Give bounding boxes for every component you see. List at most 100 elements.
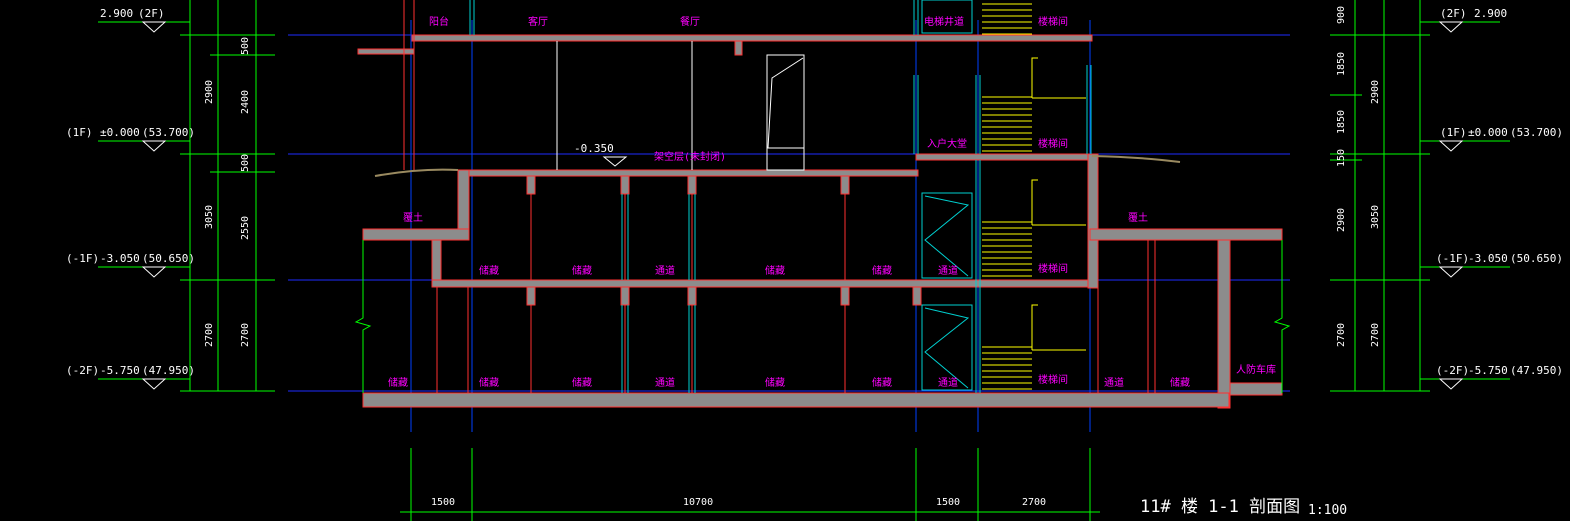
right-dimension-lines [1330, 0, 1510, 392]
level-marker-icon [1438, 21, 1464, 33]
room-label: 储藏 [872, 264, 892, 277]
room-label: 储藏 [388, 376, 408, 389]
level-marker-icon [602, 156, 628, 167]
level-abs-label: (50.650) [142, 252, 195, 265]
right-wall [1087, 153, 1099, 289]
dim-label: 2700 [204, 323, 215, 347]
room-label: 储藏 [572, 264, 592, 277]
level-floor-label: (2F) [1440, 7, 1467, 20]
dim-label: 3050 [204, 205, 215, 229]
dim-label: 1850 [1336, 52, 1347, 76]
right-dimension-text: 900 1850 1850 150 2900 2700 2900 3050 27… [1336, 6, 1381, 347]
room-label: 覆土 [403, 211, 423, 224]
level-elev-label: -5.750 [1468, 364, 1508, 377]
dim-label: 2550 [240, 216, 251, 240]
interior-elevation-label: -0.350 [574, 142, 614, 155]
bottom-dimension-lines [400, 448, 1100, 521]
balcony-slab [357, 48, 415, 55]
dim-label: 500 [240, 154, 251, 172]
level-marker-icon [1438, 140, 1464, 152]
level-marker-icon [1438, 266, 1464, 278]
dim-label: 900 [1336, 6, 1347, 24]
level-floor-label: (-2F) [66, 364, 99, 377]
break-lines [354, 240, 1291, 393]
level-floor-label: (2F) [138, 7, 165, 20]
room-label: 阳台 [429, 15, 449, 28]
room-label: 楼梯间 [1038, 137, 1068, 150]
level-marker-icon [1438, 378, 1464, 390]
room-label: 通道 [655, 264, 675, 277]
level-marker-icon [141, 140, 167, 152]
room-label: 储藏 [1170, 376, 1190, 389]
dim-label: 3050 [1370, 205, 1381, 229]
level-marker-icon [141, 21, 167, 33]
left-level-labels: (2F) 2.900 (1F) ±0.000 (53.700) (-1F) -3… [66, 7, 195, 377]
room-label: 储藏 [479, 376, 499, 389]
dim-label: 1850 [1336, 110, 1347, 134]
elevator [921, 0, 973, 391]
right-soil-slab [1089, 228, 1283, 241]
roof-slab [411, 34, 1093, 42]
level-floor-label: (-2F) [1436, 364, 1469, 377]
room-label: 餐厅 [680, 15, 700, 28]
level-elev-label: 2.900 [100, 7, 133, 20]
room-label: 楼梯间 [1038, 373, 1068, 386]
right-level-labels: (2F) 2.900 (1F) ±0.000 (53.700) (-1F) -3… [1436, 7, 1563, 377]
room-label: 通道 [1104, 376, 1124, 389]
left-dimension-text: 2900 3050 2700 500 2400 500 2550 2700 [204, 37, 251, 347]
base-slab [362, 392, 1230, 408]
level-marker-icon [141, 378, 167, 390]
slab-1f [457, 169, 919, 177]
room-labels: 阳台 客厅 餐厅 电梯井道 楼梯间 入户大堂 楼梯间 架空层(未封闭) 覆土 覆… [388, 15, 1276, 389]
partitions [403, 0, 1156, 393]
dim-label: 2700 [1022, 497, 1046, 508]
room-label: 楼梯间 [1038, 262, 1068, 275]
room-label: 入户大堂 [927, 137, 967, 150]
level-abs-label: (53.700) [142, 126, 195, 139]
level-marker-icon [141, 266, 167, 278]
room-label: 覆土 [1128, 211, 1148, 224]
room-label: 储藏 [765, 264, 785, 277]
level-elev-label: -3.050 [1468, 252, 1508, 265]
room-label: 储藏 [572, 376, 592, 389]
level-markers [141, 21, 1464, 390]
level-abs-label: (50.650) [1510, 252, 1563, 265]
left-soil-slab [362, 228, 470, 241]
bottom-dimension-text: 1500 10700 1500 2700 [431, 497, 1046, 508]
dim-label: 2900 [1336, 208, 1347, 232]
drawing-scale: 1:100 [1308, 503, 1347, 518]
dim-label: 500 [240, 37, 251, 55]
left-b1-wall [431, 239, 442, 285]
dim-label: 2900 [1370, 80, 1381, 104]
dim-label: 150 [1336, 149, 1347, 167]
level-elev-label: -5.750 [100, 364, 140, 377]
room-label: 通道 [938, 376, 958, 389]
room-label: 楼梯间 [1038, 15, 1068, 28]
ramp-slab [1229, 382, 1283, 396]
balcony-beam [734, 40, 743, 56]
level-floor-label: (-1F) [1436, 252, 1469, 265]
right-retaining-wall [1217, 239, 1231, 409]
dim-label: 2900 [204, 80, 215, 104]
room-label: 储藏 [872, 376, 892, 389]
dim-label: 2400 [240, 90, 251, 114]
level-floor-label: (1F) [66, 126, 93, 139]
slab-b1 [431, 279, 1093, 288]
room-label: 储藏 [479, 264, 499, 277]
dim-label: 2700 [1336, 323, 1347, 347]
glazing [469, 0, 1092, 393]
level-elev-label: ±0.000 [1468, 126, 1508, 139]
level-elev-label: ±0.000 [100, 126, 140, 139]
level-floor-label: (1F) [1440, 126, 1467, 139]
room-label: 通道 [655, 376, 675, 389]
axis-lines [410, 20, 1091, 432]
room-label: 储藏 [765, 376, 785, 389]
dim-label: 1500 [936, 497, 960, 508]
room-label: 人防车库 [1236, 363, 1276, 376]
stairs [982, 3, 1086, 390]
level-elev-label: 2.900 [1474, 7, 1507, 20]
dim-label: 1500 [431, 497, 455, 508]
level-elev-label: -3.050 [100, 252, 140, 265]
room-label: 通道 [938, 264, 958, 277]
dim-label: 2700 [1370, 323, 1381, 347]
